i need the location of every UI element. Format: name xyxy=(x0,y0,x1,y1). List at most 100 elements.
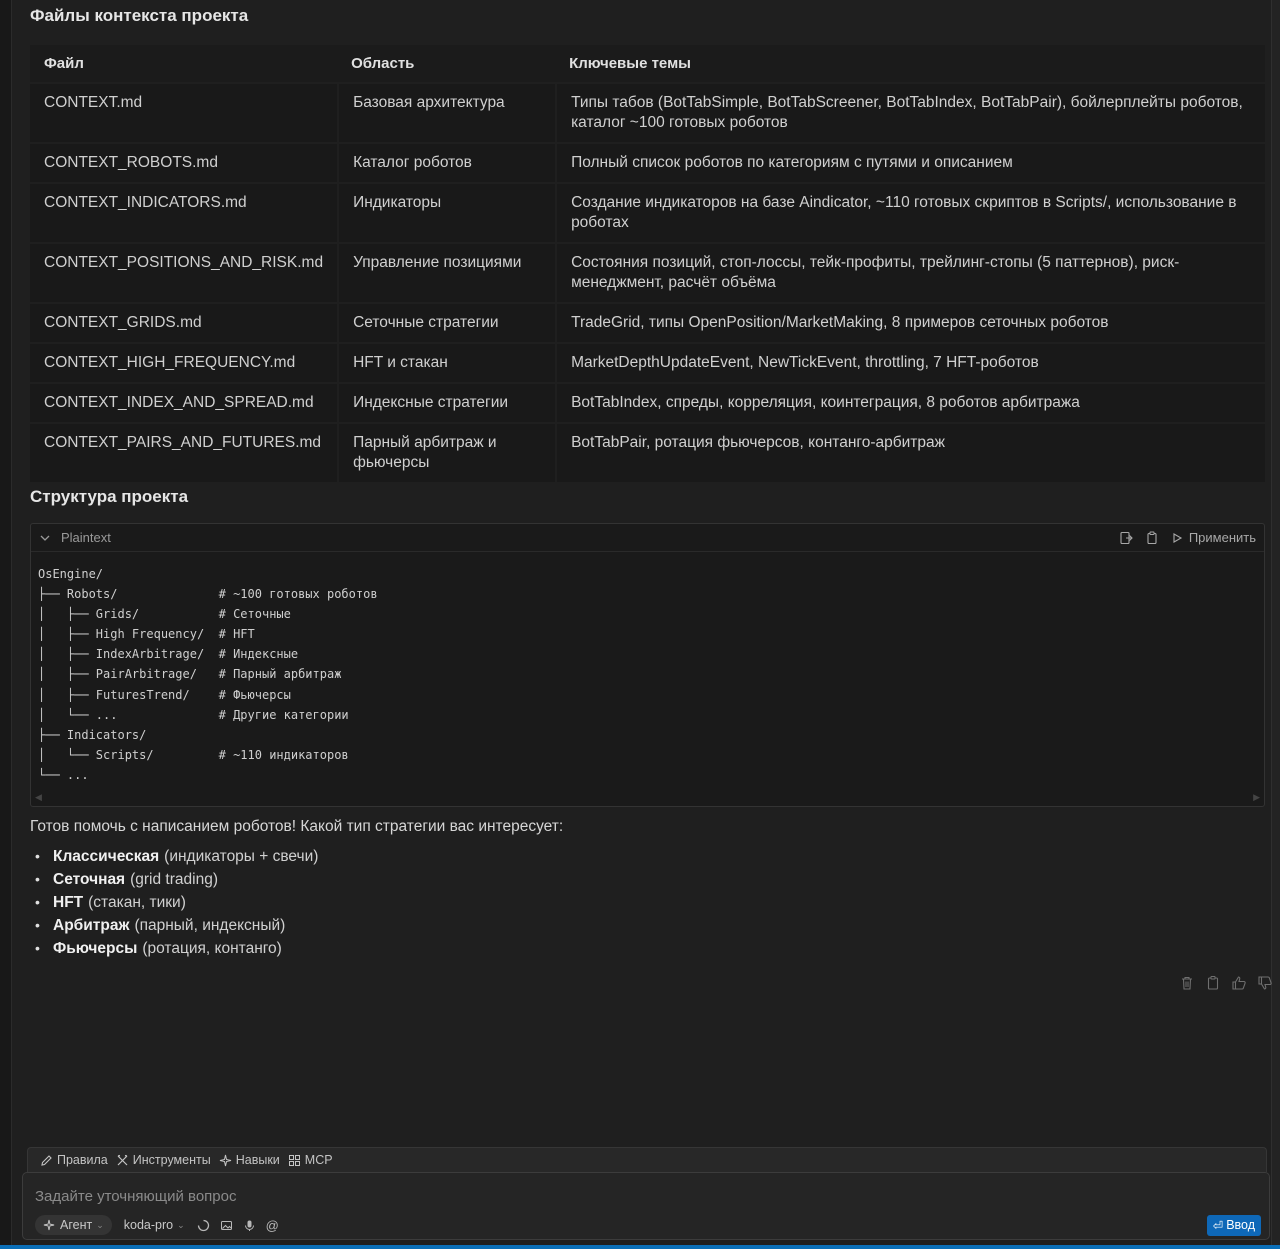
cell-file: CONTEXT_INDICATORS.md xyxy=(30,184,338,242)
mcp-button[interactable]: MCP xyxy=(288,1153,333,1167)
agent-mode-select[interactable]: Агент ⌄ xyxy=(35,1215,112,1235)
rules-label: Правила xyxy=(57,1153,108,1167)
chevron-down-icon: ⌄ xyxy=(177,1219,185,1230)
table-row: CONTEXT.md Базовая архитектура Типы табо… xyxy=(30,84,1265,142)
option-detail: (стакан, тики) xyxy=(88,894,186,911)
pencil-icon xyxy=(41,1154,52,1166)
send-label: Ввод xyxy=(1226,1218,1255,1232)
table-header-file: Файл xyxy=(30,45,338,82)
option-detail: (парный, индексный) xyxy=(134,917,286,934)
skills-label: Навыки xyxy=(235,1153,280,1167)
code-line: ├── Indicators/ xyxy=(38,727,147,742)
table-row: CONTEXT_ROBOTS.md Каталог роботов Полный… xyxy=(30,144,1265,182)
option-detail: (grid trading) xyxy=(130,871,218,888)
rules-button[interactable]: Правила xyxy=(40,1153,108,1167)
cell-topics: Состояния позиций, стоп-лоссы, тейк-проф… xyxy=(555,244,1265,302)
cell-topics: Полный список роботов по категориям с пу… xyxy=(555,144,1265,182)
cell-area: Базовая архитектура xyxy=(337,84,556,142)
cell-area: Управление позициями xyxy=(337,244,556,302)
cell-file: CONTEXT_INDEX_AND_SPREAD.md xyxy=(30,384,338,422)
thumbs-up-icon[interactable] xyxy=(1231,975,1247,991)
app-window: Файлы контекста проекта Файл Область Клю… xyxy=(0,0,1280,1249)
table-row: CONTEXT_POSITIONS_AND_RISK.md Управление… xyxy=(30,244,1265,302)
scroll-left-icon[interactable]: ◀ xyxy=(35,792,42,804)
horizontal-scrollbar[interactable]: ◀ ▶ xyxy=(35,792,1260,804)
table-row: CONTEXT_GRIDS.md Сеточные стратегии Trad… xyxy=(30,304,1265,342)
apply-label: Применить xyxy=(1188,530,1256,545)
cell-area: HFT и стакан xyxy=(337,344,556,382)
cell-topics: TradeGrid, типы OpenPosition/MarketMakin… xyxy=(555,304,1265,342)
model-select[interactable]: koda-pro ⌄ xyxy=(124,1218,185,1232)
option-title: HFT xyxy=(53,894,84,911)
cell-file: CONTEXT_PAIRS_AND_FUTURES.md xyxy=(30,424,338,482)
grid-icon xyxy=(288,1154,300,1166)
code-block-header: Plaintext Применить xyxy=(31,524,1264,552)
chat-input-box[interactable]: Задайте уточняющий вопрос Агент ⌄ koda-p… xyxy=(22,1172,1270,1240)
cell-area: Каталог роботов xyxy=(337,144,556,182)
code-line: ├── Robots/ # ~100 готовых роботов xyxy=(38,587,378,602)
tools-button[interactable]: Инструменты xyxy=(116,1153,211,1167)
table-row: CONTEXT_INDICATORS.md Индикаторы Создани… xyxy=(30,184,1265,242)
copy-message-icon[interactable] xyxy=(1205,975,1221,991)
right-scrollbar[interactable] xyxy=(1271,0,1280,1249)
cell-area: Индикаторы xyxy=(337,184,556,242)
option-title: Сеточная xyxy=(53,871,126,888)
model-label: koda-pro xyxy=(123,1218,174,1232)
chevron-down-icon: ⌄ xyxy=(96,1219,104,1230)
cell-area: Индексные стратегии xyxy=(337,384,556,422)
list-item: • Арбитраж (парный, индексный) xyxy=(30,914,318,937)
code-line: │ └── Scripts/ # ~110 индикаторов xyxy=(38,747,349,762)
list-item: • Сеточная (grid trading) xyxy=(30,868,318,891)
apply-button[interactable]: Применить xyxy=(1171,530,1256,545)
option-detail: (индикаторы + свечи) xyxy=(164,848,319,865)
section-title-context-files: Файлы контекста проекта xyxy=(30,6,249,25)
mcp-label: MCP xyxy=(304,1153,333,1167)
cell-topics: MarketDepthUpdateEvent, NewTickEvent, th… xyxy=(555,344,1265,382)
mention-icon[interactable]: @ xyxy=(266,1218,279,1233)
cell-topics: Создание индикаторов на базе Aindicator,… xyxy=(555,184,1265,242)
cell-file: CONTEXT.md xyxy=(30,84,338,142)
left-activity-rail xyxy=(0,0,12,1249)
code-line: │ ├── IndexArbitrage/ # Индексные xyxy=(38,647,299,662)
cell-file: CONTEXT_ROBOTS.md xyxy=(30,144,338,182)
code-line: │ └── ... # Другие категории xyxy=(38,707,349,722)
enter-icon: ⏎ xyxy=(1212,1218,1224,1233)
send-button[interactable]: ⏎ Ввод xyxy=(1206,1214,1261,1236)
list-item: • HFT (стакан, тики) xyxy=(30,891,318,914)
collapse-chevron-icon[interactable] xyxy=(39,532,51,544)
insert-file-icon[interactable] xyxy=(1119,531,1133,545)
cell-topics: BotTabIndex, спреды, корреляция, коинтег… xyxy=(555,384,1265,422)
table-row: CONTEXT_HIGH_FREQUENCY.md HFT и стакан M… xyxy=(30,344,1265,382)
cell-area: Сеточные стратегии xyxy=(337,304,556,342)
sparkle-icon xyxy=(219,1154,231,1166)
code-line: │ ├── Grids/ # Сеточные xyxy=(38,607,291,622)
list-item: • Классическая (индикаторы + свечи) xyxy=(30,845,318,868)
code-line: │ ├── High Frequency/ # HFT xyxy=(38,627,255,642)
thumbs-down-icon[interactable] xyxy=(1257,975,1273,991)
scroll-right-icon[interactable]: ▶ xyxy=(1253,792,1260,804)
copy-icon[interactable] xyxy=(1145,531,1159,545)
image-icon[interactable] xyxy=(220,1219,233,1232)
code-line: OsEngine/ xyxy=(38,567,104,581)
table-header-topics: Ключевые темы xyxy=(555,45,1265,82)
tools-label: Инструменты xyxy=(132,1153,211,1167)
status-bar xyxy=(0,1245,1280,1249)
play-icon xyxy=(1173,532,1182,543)
cell-file: CONTEXT_HIGH_FREQUENCY.md xyxy=(30,344,338,382)
strategy-options-list: • Классическая (индикаторы + свечи) • Сеточ… xyxy=(30,845,318,960)
chat-input-placeholder[interactable]: Задайте уточняющий вопрос xyxy=(35,1188,237,1205)
trash-icon[interactable] xyxy=(1179,975,1195,991)
input-controls: Агент ⌄ koda-pro ⌄ @ ⏎ Ввод xyxy=(35,1214,1261,1236)
option-detail: (ротация, контанго) xyxy=(142,940,282,957)
code-line: │ ├── PairArbitrage/ # Парный арбитраж xyxy=(38,667,342,682)
option-title: Классическая xyxy=(53,848,160,865)
skills-button[interactable]: Навыки xyxy=(219,1153,280,1167)
microphone-icon[interactable] xyxy=(243,1219,256,1232)
cell-file: CONTEXT_POSITIONS_AND_RISK.md xyxy=(30,244,338,302)
code-language-label: Plaintext xyxy=(61,530,111,545)
code-content: OsEngine/ ├── Robots/ # ~100 готовых роб… xyxy=(31,552,1264,785)
code-line: │ ├── FuturesTrend/ # Фьючерсы xyxy=(38,687,291,702)
code-block: Plaintext Применить OsEngine/ ├── Robots… xyxy=(30,523,1265,807)
table-row: CONTEXT_INDEX_AND_SPREAD.md Индексные ст… xyxy=(30,384,1265,422)
sparkle-icon xyxy=(43,1219,55,1231)
